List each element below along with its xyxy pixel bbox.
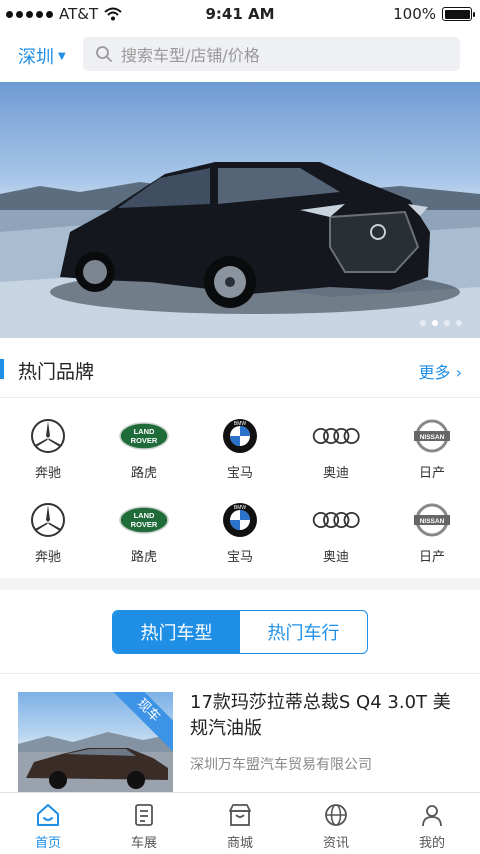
brand-item[interactable]: NISSAN 日产: [384, 488, 480, 572]
listing-dealer: 深圳万车盟汽车贸易有限公司: [190, 757, 372, 773]
section-title: 热门品牌: [18, 361, 95, 383]
tab-profile[interactable]: 我的: [384, 793, 480, 854]
hot-tabs-section: 热门车型 热门车行: [0, 590, 480, 674]
audi-logo-icon: [311, 416, 361, 456]
brand-item[interactable]: 奔驰: [0, 488, 96, 572]
car-show-icon: [135, 804, 153, 826]
brand-name: 奥迪: [322, 466, 349, 481]
tab-label: 我的: [418, 836, 445, 851]
listing-item[interactable]: 现车 17款玛莎拉蒂总裁S Q4 3.0T 美规汽油版 深圳万车盟汽车贸易有限公…: [0, 674, 480, 792]
brand-name: 路虎: [130, 550, 157, 565]
pagination-dot[interactable]: [432, 320, 438, 326]
brand-item[interactable]: 奔驰: [0, 404, 96, 488]
audi-logo-icon: [311, 500, 361, 540]
brand-name: 奥迪: [322, 550, 349, 565]
section-accent-bar: [0, 359, 4, 379]
status-bar: AT&T 9:41 AM 100%: [0, 0, 480, 28]
brand-item[interactable]: BMW 宝马: [192, 404, 288, 488]
brand-item[interactable]: BMW 宝马: [192, 488, 288, 572]
hot-brands-section: 热门品牌 更多 › 奔驰 LAND ROVER 路虎 BMW 宝马 奥迪 NISSAN 日产 奔驰…: [0, 338, 480, 578]
globe-icon: [325, 804, 347, 826]
banner-car-image: [0, 162, 480, 338]
tab-label: 商城: [226, 836, 253, 851]
tab-label: 车展: [130, 836, 157, 851]
bmw-logo-icon: BMW: [215, 500, 265, 540]
brand-item[interactable]: LAND ROVER 路虎: [96, 404, 192, 488]
brand-item[interactable]: 奥迪: [288, 488, 384, 572]
tab-label: 首页: [34, 836, 61, 851]
pagination-dot[interactable]: [444, 320, 450, 326]
tab-hot-models[interactable]: 热门车型: [113, 611, 240, 653]
top-header: 深圳 ▼ 搜索车型/店铺/价格: [0, 28, 480, 82]
caret-down-icon: ▼: [58, 50, 66, 62]
bottom-tab-bar: 首页 车展 商城 资讯 我的: [0, 792, 480, 854]
segment-control: 热门车型 热门车行: [112, 610, 368, 654]
more-link[interactable]: 更多 ›: [418, 359, 462, 383]
tab-car-show[interactable]: 车展: [96, 793, 192, 854]
brand-grid: 奔驰 LAND ROVER 路虎 BMW 宝马 奥迪 NISSAN 日产 奔驰 LAND ROVER 路…: [0, 404, 480, 572]
battery-percent: 100%: [393, 5, 436, 23]
search-icon: [96, 46, 112, 62]
land-rover-logo-icon: LAND ROVER: [119, 416, 169, 456]
search-input[interactable]: 搜索车型/店铺/价格: [83, 37, 460, 71]
pagination-dot[interactable]: [420, 320, 426, 326]
svg-text:NISSAN: NISSAN: [420, 434, 445, 441]
nissan-logo-icon: NISSAN: [407, 500, 457, 540]
brand-name: 路虎: [130, 466, 157, 481]
promo-banner[interactable]: [0, 82, 480, 338]
svg-text:LAND: LAND: [134, 427, 155, 436]
svg-text:BMW: BMW: [234, 505, 247, 511]
brand-name: 日产: [418, 550, 445, 565]
section-header: 热门品牌 更多 ›: [0, 338, 480, 398]
pagination-dot[interactable]: [456, 320, 462, 326]
brand-item[interactable]: NISSAN 日产: [384, 404, 480, 488]
home-icon: [37, 804, 59, 826]
brand-name: 日产: [418, 466, 445, 481]
bmw-logo-icon: BMW: [215, 416, 265, 456]
tab-hot-dealers[interactable]: 热门车行: [240, 611, 367, 653]
brand-item[interactable]: LAND ROVER 路虎: [96, 488, 192, 572]
brand-name: 奔驰: [34, 466, 61, 481]
svg-text:BMW: BMW: [234, 421, 247, 427]
svg-text:ROVER: ROVER: [131, 436, 158, 445]
land-rover-logo-icon: LAND ROVER: [119, 500, 169, 540]
tab-store[interactable]: 商城: [192, 793, 288, 854]
chevron-right-icon: ›: [455, 363, 462, 382]
brand-name: 宝马: [226, 550, 253, 565]
listing-title: 17款玛莎拉蒂总裁S Q4 3.0T 美规汽油版: [190, 692, 451, 739]
mercedes-logo-icon: [23, 416, 73, 456]
tab-home[interactable]: 首页: [0, 793, 96, 854]
svg-text:NISSAN: NISSAN: [420, 518, 445, 525]
mercedes-logo-icon: [23, 500, 73, 540]
tab-news[interactable]: 资讯: [288, 793, 384, 854]
banner-pagination[interactable]: [420, 320, 462, 326]
search-placeholder: 搜索车型/店铺/价格: [121, 46, 260, 65]
nissan-logo-icon: NISSAN: [407, 416, 457, 456]
brand-name: 宝马: [226, 466, 253, 481]
tab-label: 资讯: [322, 836, 349, 851]
battery-status: 100%: [393, 5, 475, 23]
brand-item[interactable]: 奥迪: [288, 404, 384, 488]
brand-name: 奔驰: [34, 550, 61, 565]
svg-text:ROVER: ROVER: [131, 520, 158, 529]
listing-thumbnail: 现车: [18, 692, 173, 792]
user-icon: [422, 805, 442, 827]
battery-icon: [442, 7, 475, 21]
city-name: 深圳: [18, 47, 54, 68]
store-icon: [229, 804, 251, 826]
svg-text:LAND: LAND: [134, 511, 155, 520]
more-label: 更多: [418, 363, 451, 382]
city-selector[interactable]: 深圳 ▼: [18, 43, 66, 69]
